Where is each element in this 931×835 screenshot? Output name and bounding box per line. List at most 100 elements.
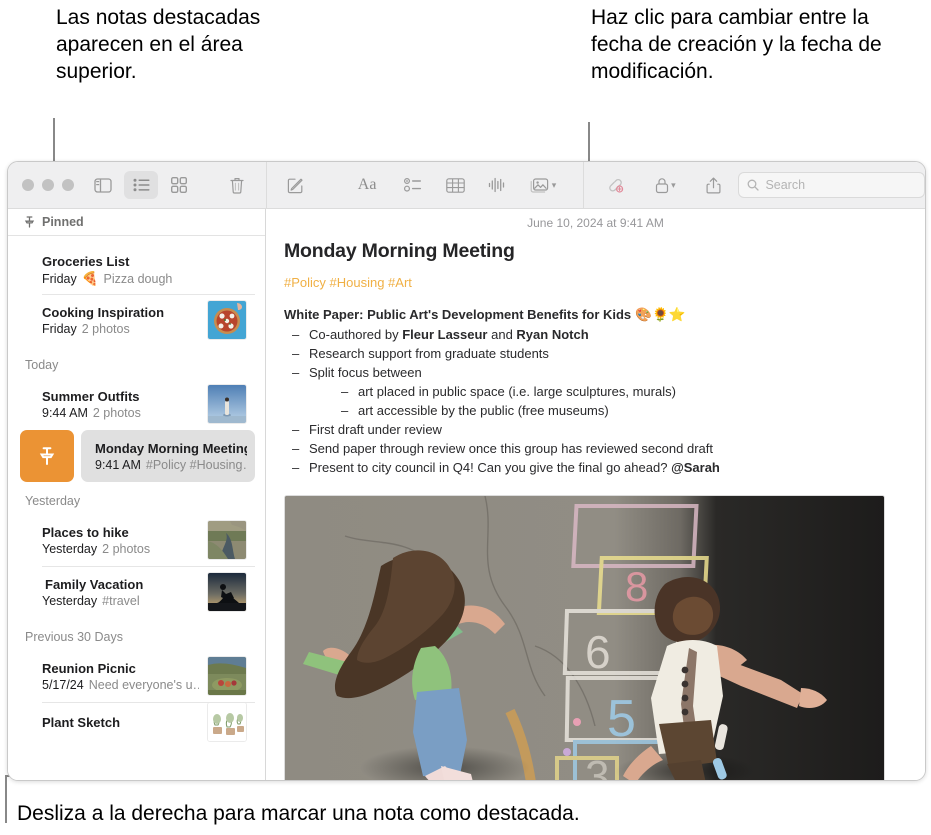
callout-swipe-to-pin: Desliza a la derecha para marcar una not… — [17, 802, 580, 825]
note-title: Monday Morning Meeting — [95, 440, 247, 456]
note-bullet: Send paper through review once this grou… — [292, 440, 925, 458]
note-bullet-list: Co-authored by Fleur Lasseur and Ryan No… — [284, 326, 925, 477]
compose-icon[interactable] — [281, 171, 310, 199]
lock-icon[interactable]: ▾ — [647, 171, 685, 199]
author-name-2: Ryan Notch — [516, 326, 589, 342]
notes-sidebar: Pinned Groceries List Friday 🍕 Pizza dou… — [8, 209, 266, 780]
note-title: Places to hike — [42, 524, 129, 540]
note-bullet: Research support from graduate students — [292, 345, 925, 363]
note-bullet: First draft under review — [292, 421, 925, 439]
note-sub-bullet-list: art placed in public space (i.e. large s… — [309, 383, 925, 420]
list-item[interactable]: Family Vacation Yesterday #travel — [38, 566, 255, 618]
note-tags[interactable]: #Policy #Housing #Art — [266, 263, 925, 290]
note-title: Summer Outfits — [42, 388, 140, 404]
note-body[interactable]: White Paper: Public Art's Development Be… — [266, 290, 925, 477]
pin-swipe-action-button[interactable] — [20, 430, 74, 482]
gallery-view-icon[interactable] — [162, 171, 196, 199]
search-icon — [747, 179, 760, 191]
list-item[interactable]: Plant Sketch — [38, 702, 255, 742]
sidebar-toggle-icon[interactable] — [86, 171, 120, 199]
notes-list[interactable]: Groceries List Friday 🍕 Pizza dough Cook… — [8, 236, 265, 780]
pin-icon — [39, 447, 55, 465]
zoom-button[interactable] — [62, 179, 74, 191]
note-bullet: Split focus between art placed in public… — [292, 364, 925, 420]
share-icon[interactable] — [699, 171, 728, 199]
note-title: Plant Sketch — [42, 714, 121, 730]
note-subtitle: 9:44 AM 2 photos — [42, 406, 199, 420]
note-content-pane: June 10, 2024 at 9:41 AM Monday Morning … — [266, 209, 925, 780]
note-group-label-yesterday: Yesterday — [25, 494, 81, 508]
note-date: 9:44 AM — [42, 405, 88, 420]
note-thumbnail — [207, 702, 247, 742]
author-name-1: Fleur Lasseur — [402, 326, 488, 342]
swiped-note-row[interactable]: Monday Morning Meeting 9:41 AM #Policy #… — [20, 430, 255, 482]
note-preview: 2 photos — [81, 321, 130, 336]
search-input[interactable]: Search — [738, 172, 925, 198]
format-text-icon[interactable]: Aa — [348, 171, 386, 199]
media-icon[interactable]: ▾ — [524, 171, 562, 199]
collaborate-icon[interactable] — [601, 171, 630, 199]
note-body-heading: White Paper: Public Art's Development Be… — [284, 306, 925, 324]
toolbar: Aa ▾ ▾ Search — [8, 162, 925, 209]
hopscotch-photo: 8 6 5 3 — [285, 495, 884, 781]
note-heading-title: Monday Morning Meeting — [284, 240, 515, 262]
note-date: 9:41 AM — [95, 457, 141, 472]
close-button[interactable] — [22, 179, 34, 191]
note-subtitle: Friday 2 photos — [42, 322, 199, 336]
checklist-icon[interactable] — [399, 171, 428, 199]
note-preview: #Policy #Housing… — [145, 457, 247, 472]
chevron-down-icon[interactable]: ▾ — [671, 180, 676, 191]
toolbar-divider-1 — [265, 162, 267, 208]
note-subtitle: Friday 🍕 Pizza dough — [42, 271, 247, 287]
note-preview: Need everyone's u… — [88, 677, 199, 692]
list-item[interactable]: Summer Outfits 9:44 AM 2 photos — [38, 378, 255, 430]
minimize-button[interactable] — [42, 179, 54, 191]
list-item[interactable]: Reunion Picnic 5/17/24 Need everyone's u… — [38, 650, 255, 702]
svg-text:8: 8 — [625, 563, 648, 610]
note-date: Yesterday — [42, 541, 98, 556]
table-icon[interactable] — [440, 171, 469, 199]
note-group-label-today: Today — [25, 358, 59, 372]
note-title-text: Family Vacation — [45, 576, 144, 592]
note-thumbnail — [207, 300, 247, 340]
selected-note-card[interactable]: Monday Morning Meeting 9:41 AM #Policy #… — [81, 430, 255, 482]
svg-text:5: 5 — [607, 690, 636, 748]
svg-text:6: 6 — [585, 626, 611, 678]
note-title: Groceries List — [42, 253, 130, 269]
note-preview: #travel — [102, 593, 140, 608]
note-date: Yesterday — [42, 593, 98, 608]
audio-icon[interactable] — [482, 171, 511, 199]
pizza-emoji-icon: 🍕 — [81, 270, 99, 286]
note-date: 5/17/24 — [42, 677, 84, 692]
window-controls[interactable] — [8, 179, 84, 191]
note-title: Family Vacation — [42, 577, 199, 592]
svg-text:3: 3 — [585, 752, 609, 781]
list-item[interactable]: Groceries List Friday 🍕 Pizza dough — [38, 246, 255, 294]
note-title: Cooking Inspiration — [42, 304, 165, 320]
list-item[interactable]: Cooking Inspiration Friday 2 photos — [38, 294, 255, 346]
view-controls — [84, 171, 198, 199]
note-date: Friday — [42, 271, 77, 286]
note-photo[interactable]: 8 6 5 3 — [284, 494, 885, 781]
list-view-icon[interactable] — [124, 171, 158, 199]
note-subtitle: 5/17/24 Need everyone's u… — [42, 678, 199, 692]
note-preview: 2 photos — [102, 541, 151, 556]
pinned-label: Pinned — [42, 215, 84, 229]
pinned-section-header[interactable]: Pinned — [8, 209, 265, 236]
note-thumbnail — [207, 520, 247, 560]
list-item[interactable]: Places to hike Yesterday 2 photos — [38, 514, 255, 566]
note-group-pinned: Groceries List Friday 🍕 Pizza dough Cook… — [8, 246, 265, 346]
note-date-header[interactable]: June 10, 2024 at 9:41 AM — [266, 209, 925, 230]
mention-sarah[interactable]: @Sarah — [671, 460, 720, 475]
pin-icon — [24, 216, 35, 228]
chevron-down-icon[interactable]: ▾ — [552, 180, 557, 191]
note-sub-bullet: art accessible by the public (free museu… — [341, 402, 925, 420]
note-date: Friday — [42, 321, 77, 336]
toolbar-divider-2 — [582, 162, 584, 208]
notes-app-window: Aa ▾ ▾ Search Pinned Groceries List Frid… — [7, 161, 926, 781]
delete-icon[interactable] — [222, 171, 251, 199]
callout-leader-line-bottom — [5, 775, 7, 823]
window-body: Pinned Groceries List Friday 🍕 Pizza dou… — [8, 209, 925, 780]
note-thumbnail — [207, 572, 247, 612]
callout-date-toggle: Haz clic para cambiar entre la fecha de … — [591, 6, 882, 83]
